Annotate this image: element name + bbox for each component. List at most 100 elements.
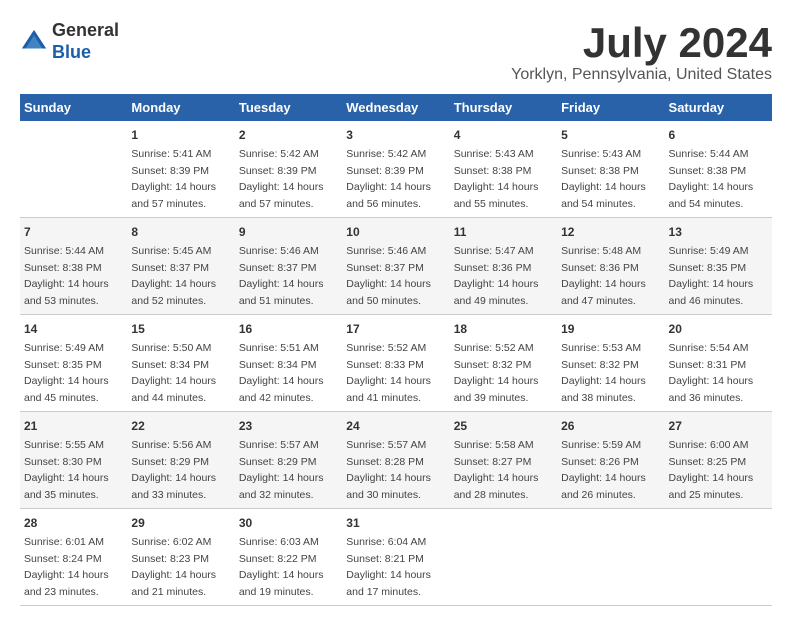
logo-icon — [20, 28, 48, 56]
day-number: 31 — [346, 514, 445, 532]
day-cell: 22 Sunrise: 5:56 AM Sunset: 8:29 PM Dayli… — [127, 412, 234, 509]
day-cell: 16 Sunrise: 5:51 AM Sunset: 8:34 PM Dayli… — [235, 315, 342, 412]
day-detail: Sunrise: 5:44 AM Sunset: 8:38 PM Dayligh… — [669, 148, 754, 210]
day-cell: 24 Sunrise: 5:57 AM Sunset: 8:28 PM Dayli… — [342, 412, 449, 509]
day-detail: Sunrise: 5:49 AM Sunset: 8:35 PM Dayligh… — [24, 342, 109, 404]
header-sunday: Sunday — [20, 94, 127, 121]
day-number: 25 — [454, 417, 553, 435]
day-number: 9 — [239, 223, 338, 241]
day-cell: 19 Sunrise: 5:53 AM Sunset: 8:32 PM Dayli… — [557, 315, 664, 412]
header-row: Sunday Monday Tuesday Wednesday Thursday… — [20, 94, 772, 121]
day-number: 7 — [24, 223, 123, 241]
day-cell: 18 Sunrise: 5:52 AM Sunset: 8:32 PM Dayli… — [450, 315, 557, 412]
day-cell — [450, 509, 557, 606]
day-cell: 30Sunrise: 6:03 AM Sunset: 8:22 PM Dayli… — [235, 509, 342, 606]
day-detail: Sunrise: 5:49 AM Sunset: 8:35 PM Dayligh… — [669, 245, 754, 307]
day-number: 23 — [239, 417, 338, 435]
day-number: 12 — [561, 223, 660, 241]
day-cell: 3 Sunrise: 5:42 AM Sunset: 8:39 PM Daylig… — [342, 121, 449, 218]
day-detail: Sunrise: 5:52 AM Sunset: 8:32 PM Dayligh… — [454, 342, 539, 404]
day-cell: 28Sunrise: 6:01 AM Sunset: 8:24 PM Dayli… — [20, 509, 127, 606]
week-row-0: 1 Sunrise: 5:41 AM Sunset: 8:39 PM Daylig… — [20, 121, 772, 218]
day-number: 15 — [131, 320, 230, 338]
day-cell: 25Sunrise: 5:58 AM Sunset: 8:27 PM Dayli… — [450, 412, 557, 509]
day-detail: Sunrise: 5:54 AM Sunset: 8:31 PM Dayligh… — [669, 342, 754, 404]
day-cell: 11Sunrise: 5:47 AM Sunset: 8:36 PM Dayli… — [450, 218, 557, 315]
subtitle: Yorklyn, Pennsylvania, United States — [511, 66, 772, 84]
day-number: 5 — [561, 126, 660, 144]
day-cell: 27Sunrise: 6:00 AM Sunset: 8:25 PM Dayli… — [665, 412, 772, 509]
day-cell: 8Sunrise: 5:45 AM Sunset: 8:37 PM Daylig… — [127, 218, 234, 315]
day-cell: 1 Sunrise: 5:41 AM Sunset: 8:39 PM Daylig… — [127, 121, 234, 218]
day-detail: Sunrise: 5:44 AM Sunset: 8:38 PM Dayligh… — [24, 245, 109, 307]
day-cell: 21Sunrise: 5:55 AM Sunset: 8:30 PM Dayli… — [20, 412, 127, 509]
day-cell: 10 Sunrise: 5:46 AM Sunset: 8:37 PM Dayli… — [342, 218, 449, 315]
day-detail: Sunrise: 5:46 AM Sunset: 8:37 PM Dayligh… — [239, 245, 324, 307]
day-detail: Sunrise: 5:45 AM Sunset: 8:37 PM Dayligh… — [131, 245, 216, 307]
week-row-2: 14 Sunrise: 5:49 AM Sunset: 8:35 PM Dayli… — [20, 315, 772, 412]
week-row-4: 28Sunrise: 6:01 AM Sunset: 8:24 PM Dayli… — [20, 509, 772, 606]
calendar-table: Sunday Monday Tuesday Wednesday Thursday… — [20, 94, 772, 606]
main-title: July 2024 — [511, 20, 772, 66]
day-cell: 23Sunrise: 5:57 AM Sunset: 8:29 PM Dayli… — [235, 412, 342, 509]
day-detail: Sunrise: 5:55 AM Sunset: 8:30 PM Dayligh… — [24, 439, 109, 501]
day-cell: 20 Sunrise: 5:54 AM Sunset: 8:31 PM Dayli… — [665, 315, 772, 412]
logo-general: General — [52, 20, 119, 40]
day-detail: Sunrise: 6:02 AM Sunset: 8:23 PM Dayligh… — [131, 536, 216, 598]
header-saturday: Saturday — [665, 94, 772, 121]
day-number: 10 — [346, 223, 445, 241]
day-cell: 13 Sunrise: 5:49 AM Sunset: 8:35 PM Dayli… — [665, 218, 772, 315]
day-number: 28 — [24, 514, 123, 532]
day-detail: Sunrise: 5:53 AM Sunset: 8:32 PM Dayligh… — [561, 342, 646, 404]
day-number: 24 — [346, 417, 445, 435]
header-friday: Friday — [557, 94, 664, 121]
day-detail: Sunrise: 5:43 AM Sunset: 8:38 PM Dayligh… — [454, 148, 539, 210]
day-detail: Sunrise: 5:50 AM Sunset: 8:34 PM Dayligh… — [131, 342, 216, 404]
day-cell — [20, 121, 127, 218]
day-number: 1 — [131, 126, 230, 144]
day-detail: Sunrise: 5:42 AM Sunset: 8:39 PM Dayligh… — [346, 148, 431, 210]
header-wednesday: Wednesday — [342, 94, 449, 121]
week-row-3: 21Sunrise: 5:55 AM Sunset: 8:30 PM Dayli… — [20, 412, 772, 509]
day-cell: 15 Sunrise: 5:50 AM Sunset: 8:34 PM Dayli… — [127, 315, 234, 412]
day-number: 26 — [561, 417, 660, 435]
day-detail: Sunrise: 5:51 AM Sunset: 8:34 PM Dayligh… — [239, 342, 324, 404]
logo-blue: Blue — [52, 42, 91, 62]
day-detail: Sunrise: 5:43 AM Sunset: 8:38 PM Dayligh… — [561, 148, 646, 210]
day-cell: 26Sunrise: 5:59 AM Sunset: 8:26 PM Dayli… — [557, 412, 664, 509]
day-detail: Sunrise: 5:46 AM Sunset: 8:37 PM Dayligh… — [346, 245, 431, 307]
day-detail: Sunrise: 5:41 AM Sunset: 8:39 PM Dayligh… — [131, 148, 216, 210]
day-number: 20 — [669, 320, 768, 338]
day-cell: 14 Sunrise: 5:49 AM Sunset: 8:35 PM Dayli… — [20, 315, 127, 412]
day-detail: Sunrise: 5:57 AM Sunset: 8:28 PM Dayligh… — [346, 439, 431, 501]
day-number: 19 — [561, 320, 660, 338]
day-number: 22 — [131, 417, 230, 435]
header-tuesday: Tuesday — [235, 94, 342, 121]
day-cell: 6Sunrise: 5:44 AM Sunset: 8:38 PM Daylig… — [665, 121, 772, 218]
day-number: 14 — [24, 320, 123, 338]
week-row-1: 7 Sunrise: 5:44 AM Sunset: 8:38 PM Daylig… — [20, 218, 772, 315]
day-cell: 7 Sunrise: 5:44 AM Sunset: 8:38 PM Daylig… — [20, 218, 127, 315]
page-header: General Blue July 2024 Yorklyn, Pennsylv… — [20, 20, 772, 84]
day-number: 16 — [239, 320, 338, 338]
logo-text: General Blue — [52, 20, 119, 63]
logo: General Blue — [20, 20, 119, 63]
day-number: 11 — [454, 223, 553, 241]
day-cell: 9 Sunrise: 5:46 AM Sunset: 8:37 PM Daylig… — [235, 218, 342, 315]
day-cell: 5 Sunrise: 5:43 AM Sunset: 8:38 PM Daylig… — [557, 121, 664, 218]
day-cell: 12 Sunrise: 5:48 AM Sunset: 8:36 PM Dayli… — [557, 218, 664, 315]
day-cell — [557, 509, 664, 606]
day-detail: Sunrise: 6:00 AM Sunset: 8:25 PM Dayligh… — [669, 439, 754, 501]
day-number: 2 — [239, 126, 338, 144]
day-cell: 17Sunrise: 5:52 AM Sunset: 8:33 PM Dayli… — [342, 315, 449, 412]
day-detail: Sunrise: 5:48 AM Sunset: 8:36 PM Dayligh… — [561, 245, 646, 307]
day-cell: 29Sunrise: 6:02 AM Sunset: 8:23 PM Dayli… — [127, 509, 234, 606]
day-cell: 2Sunrise: 5:42 AM Sunset: 8:39 PM Daylig… — [235, 121, 342, 218]
day-number: 4 — [454, 126, 553, 144]
day-number: 18 — [454, 320, 553, 338]
day-number: 30 — [239, 514, 338, 532]
day-detail: Sunrise: 6:04 AM Sunset: 8:21 PM Dayligh… — [346, 536, 431, 598]
day-number: 3 — [346, 126, 445, 144]
day-number: 13 — [669, 223, 768, 241]
day-detail: Sunrise: 5:56 AM Sunset: 8:29 PM Dayligh… — [131, 439, 216, 501]
